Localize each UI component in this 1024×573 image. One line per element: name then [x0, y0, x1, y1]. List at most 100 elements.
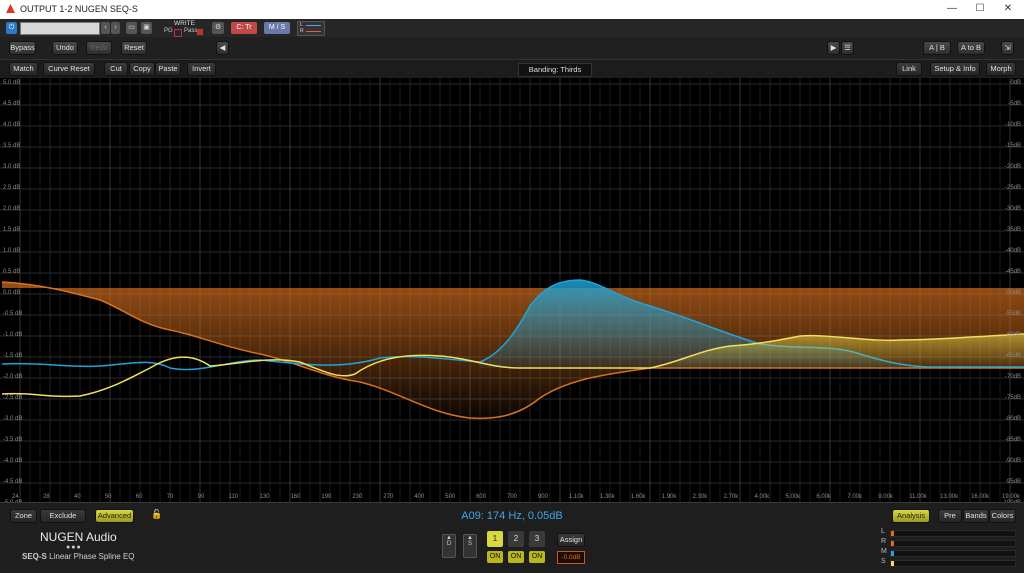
y-right-tick-label: -70dB — [1004, 374, 1021, 380]
output-gain-field[interactable]: -0.0dB — [557, 551, 585, 564]
meter-label: L — [881, 528, 885, 535]
x-tick-label: 1.30k — [599, 494, 615, 500]
window-title: OUTPUT 1-2 NUGEN SEQ-S — [20, 4, 138, 14]
y-right-tick-label: -65dB — [1004, 353, 1021, 359]
a-to-b-button[interactable]: A to B — [957, 41, 985, 55]
window-titlebar: OUTPUT 1-2 NUGEN SEQ-S — ☐ ✕ — [0, 0, 1024, 19]
redo-button[interactable]: Redo — [86, 41, 112, 55]
maximize-button[interactable]: ☐ — [966, 2, 994, 16]
ms-toggle[interactable]: M / S — [264, 22, 290, 34]
slot-2-on-toggle[interactable]: ON — [508, 551, 524, 563]
y-right-tick-label: -15dB — [1004, 143, 1021, 149]
prev-preset-icon[interactable]: ‹ — [101, 22, 110, 34]
x-tick-label: 40 — [73, 494, 81, 500]
slot-3-button[interactable]: 3 — [529, 531, 545, 547]
save-icon[interactable]: ▣ — [141, 22, 152, 34]
x-tick-label: 6.00k — [816, 494, 832, 500]
s-selector[interactable]: ▲ S — [463, 534, 477, 558]
y-left-tick-label: -3.0 dB — [3, 416, 23, 422]
x-tick-label: 160 — [290, 494, 301, 500]
setup-info-button[interactable]: Setup & Info — [930, 62, 980, 76]
preset-field[interactable] — [20, 22, 100, 35]
expand-icon[interactable]: ⇲ — [1001, 41, 1014, 55]
match-button[interactable]: Match — [9, 62, 38, 76]
x-tick-label: 700 — [507, 494, 518, 500]
pass-toggle[interactable] — [197, 29, 203, 35]
eq-graph[interactable]: 5.0 dB 4.5 dB 4.0 dB 3.5 dB 3.0 dB 2.5 dB 2.0 … — [0, 78, 1024, 506]
pg-label: PG — [164, 28, 173, 34]
app-logo-icon — [6, 4, 15, 13]
compare-toggle[interactable]: C: Tr — [231, 22, 257, 34]
banding-select[interactable]: Banding: Thirds — [518, 63, 592, 77]
y-left-tick-label: -0.5 dB — [3, 311, 23, 317]
morph-button[interactable]: Morph — [986, 62, 1016, 76]
y-left-tick-label: 0.0 dB — [3, 290, 21, 296]
close-button[interactable]: ✕ — [994, 2, 1022, 16]
slot-2-button[interactable]: 2 — [508, 531, 524, 547]
bypass-button[interactable]: Bypass — [9, 41, 36, 55]
power-icon[interactable]: ⏻ — [6, 22, 17, 34]
x-tick-label: 1.60k — [630, 494, 646, 500]
cut-button[interactable]: Cut — [104, 62, 128, 76]
y-left-tick-label: 3.0 dB — [3, 164, 21, 170]
colors-button[interactable]: Colors — [989, 509, 1016, 523]
level-meter — [890, 530, 1016, 537]
invert-button[interactable]: Invert — [187, 62, 216, 76]
curve-reset-button[interactable]: Curve Reset — [43, 62, 95, 76]
assign-button[interactable]: Assign — [557, 533, 585, 547]
main-toolbar: Bypass Undo Redo Reset ◀ ▶ ☰ A | B A to … — [0, 37, 1024, 60]
x-tick-label: 270 — [383, 494, 394, 500]
play-icon[interactable]: ▶ — [827, 41, 840, 55]
next-preset-icon[interactable]: › — [111, 22, 120, 34]
x-tick-label: 90 — [197, 494, 205, 500]
reset-button[interactable]: Reset — [121, 41, 147, 55]
level-meter — [890, 560, 1016, 567]
meter-label: M — [881, 548, 887, 555]
paste-button[interactable]: Paste — [155, 62, 181, 76]
write-label: WRITE — [174, 20, 195, 27]
collapse-arrow-icon[interactable]: ◀ — [216, 41, 229, 55]
y-right-tick-label: -60dB — [1004, 332, 1021, 338]
list-icon[interactable]: ☰ — [841, 41, 854, 55]
link-io-widget[interactable]: L R — [297, 21, 325, 36]
slot-1-on-toggle[interactable]: ON — [487, 551, 503, 563]
level-meter — [890, 540, 1016, 547]
d-label: D — [446, 541, 452, 547]
x-tick-label: 16.00k — [971, 494, 990, 500]
y-right-tick-label: -55dB — [1004, 311, 1021, 317]
folder-icon[interactable]: ▭ — [126, 22, 137, 34]
x-tick-label: 400 — [414, 494, 425, 500]
d-selector[interactable]: ▲ D — [442, 534, 456, 558]
undo-button[interactable]: Undo — [52, 41, 78, 55]
gear-icon[interactable]: ⚙ — [212, 22, 224, 34]
slot-3-on-toggle[interactable]: ON — [529, 551, 545, 563]
eq-curve-canvas[interactable] — [0, 78, 1024, 502]
bands-button[interactable]: Bands — [963, 509, 989, 523]
write-toggle[interactable] — [174, 29, 182, 37]
x-tick-label: 50 — [104, 494, 112, 500]
analysis-button[interactable]: Analysis — [892, 509, 930, 523]
slot-1-button[interactable]: 1 — [487, 531, 503, 547]
minimize-button[interactable]: — — [938, 2, 966, 16]
x-tick-label: 28 — [42, 494, 50, 500]
y-left-tick-label: 3.5 dB — [3, 143, 21, 149]
y-left-tick-label: 2.0 dB — [3, 206, 21, 212]
link-button[interactable]: Link — [896, 62, 922, 76]
meter-fill — [891, 561, 894, 566]
bottom-panel: Zone Exclude Advanced 🔓 A09: 174 Hz, 0.0… — [0, 502, 1024, 573]
x-tick-label: 11.00k — [909, 494, 927, 500]
y-left-tick-label: 4.5 dB — [3, 101, 21, 107]
pre-button[interactable]: Pre — [938, 509, 962, 523]
level-meter — [890, 550, 1016, 557]
x-tick-label: 500 — [445, 494, 456, 500]
ab-button[interactable]: A | B — [923, 41, 951, 55]
y-right-tick-label: -40dB — [1004, 248, 1021, 254]
x-tick-label: 130 — [259, 494, 270, 500]
y-left-tick-label: -4.0 dB — [3, 458, 23, 464]
x-tick-label: 600 — [476, 494, 487, 500]
y-left-tick-label: -2.5 dB — [3, 395, 23, 401]
y-left-tick-label: 0.5 dB — [3, 269, 21, 275]
r-line-icon — [306, 31, 321, 32]
s-label: S — [467, 541, 472, 547]
copy-button[interactable]: Copy — [129, 62, 155, 76]
